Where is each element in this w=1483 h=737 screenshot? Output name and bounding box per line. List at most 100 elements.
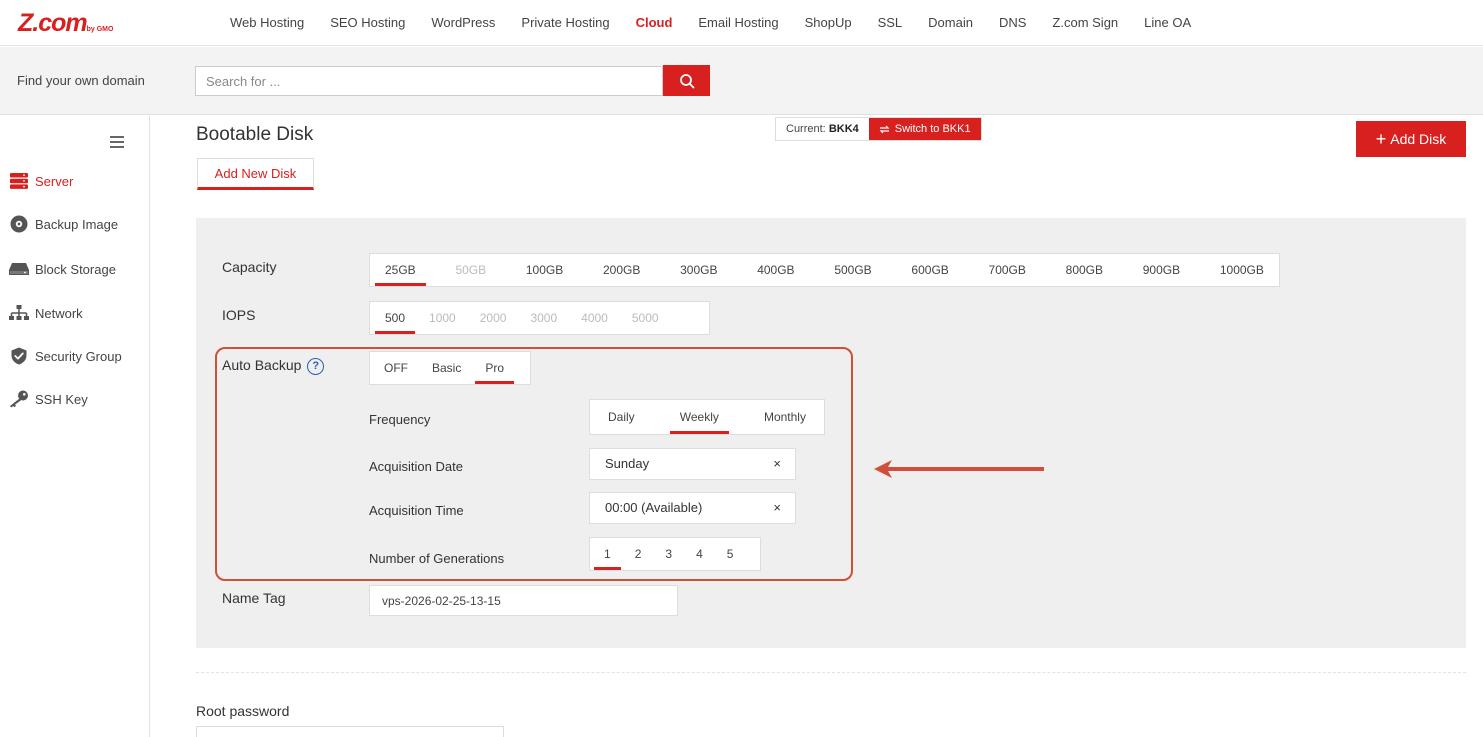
- search-button[interactable]: [663, 65, 710, 96]
- zcom-logo[interactable]: Z.comby GMO: [18, 9, 113, 38]
- domain-search-input[interactable]: Search for ...: [195, 66, 663, 96]
- clear-icon[interactable]: ×: [773, 500, 781, 515]
- domain-search-bar: Find your own domain Search for ...: [0, 47, 1483, 115]
- capacity-option-400gb[interactable]: 400GB: [745, 254, 806, 286]
- capacity-option-50gb[interactable]: 50GB: [443, 254, 498, 286]
- sidebar-item-ssh-key[interactable]: SSH Key: [9, 390, 88, 408]
- iops-option-4000[interactable]: 4000: [569, 302, 620, 334]
- top-navigation: Z.comby GMO Web Hosting SEO Hosting WordPr…: [0, 0, 1483, 46]
- frequency-label: Frequency: [369, 412, 431, 427]
- generations-option-3[interactable]: 3: [653, 538, 684, 570]
- clear-icon[interactable]: ×: [773, 456, 781, 471]
- nav-link-email-hosting[interactable]: Email Hosting: [698, 15, 778, 30]
- iops-option-3000[interactable]: 3000: [518, 302, 569, 334]
- capacity-option-900gb[interactable]: 900GB: [1131, 254, 1192, 286]
- acquisition-date-select[interactable]: Sunday ×: [589, 448, 796, 480]
- auto-backup-option-basic[interactable]: Basic: [420, 352, 473, 384]
- sidebar: [0, 116, 150, 737]
- iops-selector: 500 1000 2000 3000 4000 5000: [369, 301, 710, 335]
- nav-link-shopup[interactable]: ShopUp: [805, 15, 852, 30]
- iops-option-500[interactable]: 500: [373, 302, 417, 334]
- region-switcher: Current: BKK4 Switch to BKK1: [775, 117, 982, 141]
- nav-link-wordpress[interactable]: WordPress: [431, 15, 495, 30]
- tab-add-new-disk[interactable]: Add New Disk: [197, 158, 314, 190]
- logo-main-text: Z.com: [18, 9, 88, 37]
- capacity-option-200gb[interactable]: 200GB: [591, 254, 652, 286]
- current-region-value: BKK4: [828, 123, 859, 135]
- sidebar-item-security-group[interactable]: Security Group: [9, 347, 122, 365]
- sidebar-item-label: Block Storage: [35, 261, 116, 277]
- name-tag-label: Name Tag: [222, 590, 286, 606]
- root-password-label: Root password: [196, 703, 290, 719]
- nav-link-web-hosting[interactable]: Web Hosting: [230, 15, 304, 30]
- capacity-option-300gb[interactable]: 300GB: [668, 254, 729, 286]
- annotation-arrow-icon: [874, 460, 1044, 478]
- frequency-option-monthly[interactable]: Monthly: [752, 400, 818, 434]
- root-password-input[interactable]: [196, 726, 504, 737]
- current-region-label: Current:: [786, 123, 826, 135]
- capacity-selector: 25GB 50GB 100GB 200GB 300GB 400GB 500GB 600GB 70…: [369, 253, 1280, 287]
- sidebar-item-server[interactable]: Server: [9, 172, 73, 190]
- nav-link-domain[interactable]: Domain: [928, 15, 973, 30]
- sidebar-item-label: Backup Image: [35, 216, 119, 232]
- frequency-option-daily[interactable]: Daily: [596, 400, 647, 434]
- nav-link-z-com-sign[interactable]: Z.com Sign: [1052, 15, 1118, 30]
- server-icon: [9, 172, 29, 190]
- nav-link-dns[interactable]: DNS: [999, 15, 1026, 30]
- auto-backup-label: Auto Backup ?: [222, 357, 325, 375]
- add-disk-label: Add Disk: [1390, 131, 1447, 147]
- generations-option-4[interactable]: 4: [684, 538, 715, 570]
- domain-search-label: Find your own domain: [17, 73, 145, 88]
- generations-label: Number of Generations: [369, 551, 505, 566]
- capacity-option-100gb[interactable]: 100GB: [514, 254, 575, 286]
- iops-option-2000[interactable]: 2000: [468, 302, 519, 334]
- logo-sub-text: by GMO: [86, 26, 114, 33]
- capacity-label: Capacity: [222, 259, 277, 275]
- section-divider: [196, 672, 1466, 673]
- sidebar-item-backup-image[interactable]: Backup Image: [9, 215, 118, 233]
- add-disk-button[interactable]: + Add Disk: [1356, 121, 1466, 157]
- network-icon: [9, 304, 29, 322]
- nav-link-cloud[interactable]: Cloud: [636, 15, 673, 30]
- menu-icon[interactable]: [110, 136, 124, 148]
- page-title: Bootable Disk: [196, 124, 314, 145]
- search-icon: [679, 73, 694, 88]
- current-region: Current: BKK4: [776, 118, 869, 140]
- sidebar-item-block-storage[interactable]: Block Storage: [9, 260, 116, 278]
- sidebar-item-label: Server: [35, 173, 74, 189]
- switch-region-button[interactable]: Switch to BKK1: [868, 118, 981, 140]
- auto-backup-option-pro[interactable]: Pro: [473, 352, 516, 384]
- help-icon[interactable]: ?: [307, 357, 325, 375]
- sidebar-item-network[interactable]: Network: [9, 304, 83, 322]
- swap-icon: [879, 125, 890, 133]
- auto-backup-selector: OFF Basic Pro: [369, 351, 531, 385]
- acquisition-time-value: 00:00 (Available): [605, 500, 703, 515]
- nav-link-ssl[interactable]: SSL: [878, 15, 903, 30]
- frequency-selector: Daily Weekly Monthly: [589, 399, 825, 435]
- nav-link-private-hosting[interactable]: Private Hosting: [521, 15, 609, 30]
- capacity-option-600gb[interactable]: 600GB: [899, 254, 960, 286]
- acquisition-date-value: Sunday: [605, 456, 650, 471]
- capacity-option-25gb[interactable]: 25GB: [373, 254, 428, 286]
- iops-option-1000[interactable]: 1000: [417, 302, 468, 334]
- switch-region-label: Switch to BKK1: [894, 123, 971, 135]
- capacity-option-700gb[interactable]: 700GB: [977, 254, 1038, 286]
- sidebar-item-label: Security Group: [35, 348, 122, 364]
- iops-option-5000[interactable]: 5000: [620, 302, 671, 334]
- capacity-option-800gb[interactable]: 800GB: [1054, 254, 1115, 286]
- name-tag-input[interactable]: vps-2026-02-25-13-15: [369, 585, 678, 616]
- nav-link-seo-hosting[interactable]: SEO Hosting: [330, 15, 405, 30]
- generations-option-1[interactable]: 1: [592, 538, 623, 570]
- generations-option-2[interactable]: 2: [623, 538, 654, 570]
- generations-option-5[interactable]: 5: [715, 538, 746, 570]
- sidebar-item-label: Network: [35, 305, 83, 321]
- frequency-option-weekly[interactable]: Weekly: [668, 400, 731, 434]
- auto-backup-option-off[interactable]: OFF: [372, 352, 420, 384]
- capacity-option-500gb[interactable]: 500GB: [822, 254, 883, 286]
- capacity-option-1000gb[interactable]: 1000GB: [1208, 254, 1276, 286]
- drive-icon: [9, 260, 29, 278]
- acquisition-time-select[interactable]: 00:00 (Available) ×: [589, 492, 796, 524]
- nav-links: Web Hosting SEO Hosting WordPress Private H…: [230, 15, 1217, 30]
- acquisition-time-label: Acquisition Time: [369, 503, 464, 518]
- nav-link-line-oa[interactable]: Line OA: [1144, 15, 1191, 30]
